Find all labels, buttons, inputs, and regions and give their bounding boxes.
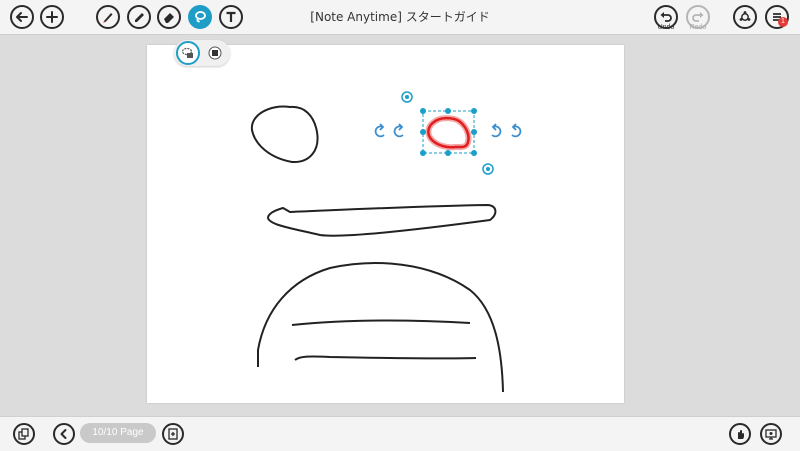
- add-page-button[interactable]: [162, 423, 184, 445]
- hand-icon: [738, 430, 744, 439]
- rotate-handle-top[interactable]: [401, 91, 413, 103]
- present-icon: [765, 429, 777, 440]
- rectangle-select-icon: [208, 46, 222, 60]
- resize-handle: [445, 150, 451, 156]
- resize-handle: [420, 129, 426, 135]
- ink-stroke-line-1: [291, 319, 471, 326]
- rotate-handle-bottom[interactable]: [482, 163, 494, 175]
- ink-stroke-blob: [250, 105, 319, 164]
- resize-handle: [445, 108, 451, 114]
- chevron-left-icon: [60, 429, 67, 439]
- ink-stroke-band: [266, 203, 497, 237]
- add-page-icon: [168, 428, 178, 440]
- pages-icon: [18, 428, 29, 440]
- ink-stroke-dome: [257, 262, 504, 393]
- freeform-lasso-icon: [181, 47, 193, 58]
- resize-handle: [420, 150, 426, 156]
- resize-handle: [471, 150, 477, 156]
- page-indicator[interactable]: 10/10 Page: [80, 423, 156, 443]
- resize-handle: [471, 108, 477, 114]
- selected-stroke[interactable]: [425, 115, 472, 151]
- freeform-select-button[interactable]: [176, 41, 200, 65]
- lasso-mode-toggle: [174, 40, 230, 66]
- ink-layer: [250, 91, 522, 393]
- rotate-left-icon[interactable]: [374, 123, 404, 138]
- previous-page-button[interactable]: [53, 423, 75, 445]
- present-button[interactable]: [760, 423, 782, 445]
- hand-mode-button[interactable]: [729, 423, 751, 445]
- resize-handle: [471, 129, 477, 135]
- rectangle-select-button[interactable]: [203, 41, 227, 65]
- ink-stroke-line-2: [294, 355, 477, 361]
- resize-handle: [420, 108, 426, 114]
- rotate-right-icon[interactable]: [491, 123, 522, 138]
- pages-button[interactable]: [13, 423, 35, 445]
